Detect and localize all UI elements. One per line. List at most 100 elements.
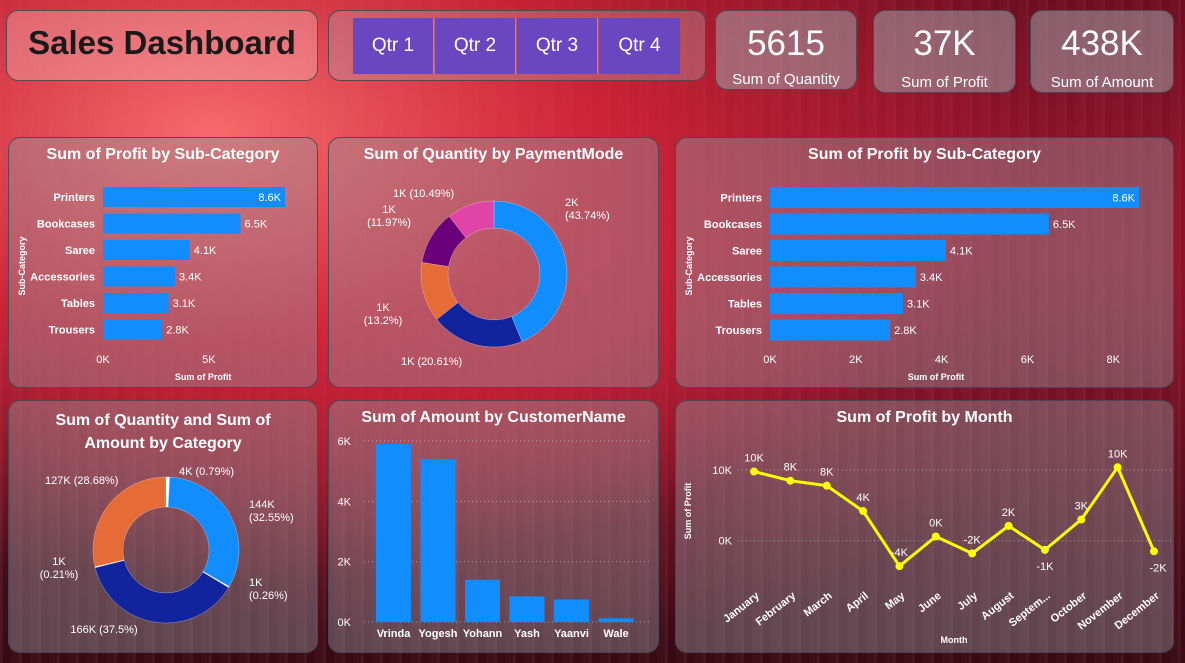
category-label: May [883,589,908,612]
category-label: Yash [514,628,540,640]
category-label: Tables [728,299,762,311]
data-label: 4K (0.79%) [179,466,234,478]
data-point [1040,545,1049,554]
category-label: Septem... [1007,590,1053,630]
page-title: Sales Dashboard [28,24,296,61]
bar [103,293,169,313]
y-axis-label: Sub-Category [17,236,27,295]
tick-label: 0K [96,354,110,366]
data-label: 2K (43.74%) [565,197,610,222]
bar [770,187,1139,208]
category-label: Printers [720,193,762,205]
chart-title: Sum of Quantity by PaymentMode [363,146,624,163]
data-label: -2K [1149,562,1167,574]
data-point [1077,515,1086,524]
qtr-2-button[interactable]: Qtr 2 [435,18,516,74]
chart-svg: 0K10K10KJanuary8KFebruary8KMarch4KApril-… [683,448,1171,645]
category-label: Printers [53,192,95,204]
y-axis-label: Sub-Category [684,236,694,295]
tick-label: 0K [719,536,733,548]
amount-by-customer-chart[interactable]: Sum of Amount by CustomerName 0K 2K 4K 6K Vr… [328,400,659,653]
tick-label: 2K [849,354,863,366]
data-label: 3.4K [920,272,943,284]
kpi-quantity-value: 5615 [747,24,825,63]
qtr-4-button[interactable]: Qtr 4 [599,18,680,74]
category-label: Yaanvi [554,628,589,640]
category-label: April [844,590,871,615]
bar [770,319,891,341]
data-label: 2.8K [894,325,917,337]
category-label: Tables [61,298,95,310]
data-label: 4K [856,492,870,504]
profit-by-month-chart[interactable]: Sum of Profit by Month 0K 10K 10K January 8K… [675,400,1174,653]
data-label: 1K (10.49%) [393,188,454,200]
y-axis-label: Sum of Profit [683,483,693,540]
chart-title: Sum of Amount by CustomerName [361,409,626,426]
category-label: Wale [603,628,628,640]
category-label: Saree [65,245,95,257]
tick-label: 2K [338,557,352,569]
category-label: Bookcases [37,219,95,231]
bar [103,266,175,287]
bar [554,599,589,622]
data-label: 1K (20.61%) [401,356,462,368]
data-label: 4.1K [194,245,217,257]
x-axis-label: Sum of Profit [175,372,232,382]
data-point [895,562,904,571]
kpi-profit-value: 37K [913,24,976,63]
qtr-1-button[interactable]: Qtr 1 [353,18,434,74]
chart-title: Sum of Profit by Month [836,409,1013,426]
bar [770,213,1049,235]
data-label: 2.8K [166,325,189,337]
profit-by-subcategory-chart-large[interactable]: Sum of Profit by Sub-Category Printers 8.… [675,137,1174,388]
bar [103,240,190,260]
tick-label: 10K [712,465,732,477]
kpi-quantity-card: 5615 Sum of Quantity [715,10,857,90]
bar [465,579,500,622]
bar [770,240,946,261]
quantity-by-paymentmode-chart[interactable]: Sum of Quantity by PaymentMode 2K (43.74%… [328,137,659,388]
data-label: 3.1K [173,298,196,310]
title-card: Sales Dashboard [6,10,318,81]
category-label: March [802,590,835,620]
bar [770,293,904,314]
category-label: Accessories [697,272,762,284]
quantity-amount-by-category-chart[interactable]: Sum of Quantity and Sum of Amount by Cat… [8,400,318,653]
data-label: 127K (28.68%) [45,475,118,487]
profit-by-subcategory-chart-small[interactable]: Sum of Profit by Sub-Category Printers 8.… [8,137,318,388]
data-label: 10K [1108,448,1128,460]
data-point [822,481,831,490]
chart-svg: Printers 8.6K Bookcases 6.5K Saree 4.1K Access… [17,187,285,382]
data-label: 6.5K [245,219,268,231]
data-label: -2K [964,534,982,546]
data-point [750,467,758,476]
kpi-amount-label: Sum of Amount [1050,74,1154,91]
kpi-amount-value: 438K [1061,24,1143,63]
kpi-amount-card: 438K Sum of Amount [1030,10,1174,93]
category-label: June [916,590,944,615]
qtr-3-button[interactable]: Qtr 3 [517,18,598,74]
data-label: 8K [820,467,834,479]
data-label: 3.4K [179,272,202,284]
bar [376,444,411,622]
chart-title: Sum of Profit by Sub-Category [46,146,280,163]
data-label: 8.6K [1112,193,1135,205]
chart-title: Sum of Profit by Sub-Category [808,146,1041,163]
data-label: -4K [891,547,909,559]
tick-label: 8K [1107,354,1121,366]
category-label: Accessories [30,272,95,284]
data-label: 1K (13.2%) [364,302,403,327]
data-label: 1K (0.26%) [249,577,288,602]
chart-svg: 0K 2K 4K 6K Vrinda Yogesh Yohann Yash Yaanvi Wale [338,436,651,640]
category-label: Vrinda [377,628,412,640]
bar [103,319,163,340]
data-label: 166K (37.5%) [70,624,137,636]
category-label: Trousers [716,325,762,337]
data-point [859,507,868,516]
donut-slice [92,476,167,568]
data-point [786,476,795,485]
data-label: 8K [784,462,798,474]
kpi-profit-card: 37K Sum of Profit [873,10,1016,93]
data-label: 1K (11.97%) [367,204,411,229]
tick-label: 4K [338,496,352,508]
